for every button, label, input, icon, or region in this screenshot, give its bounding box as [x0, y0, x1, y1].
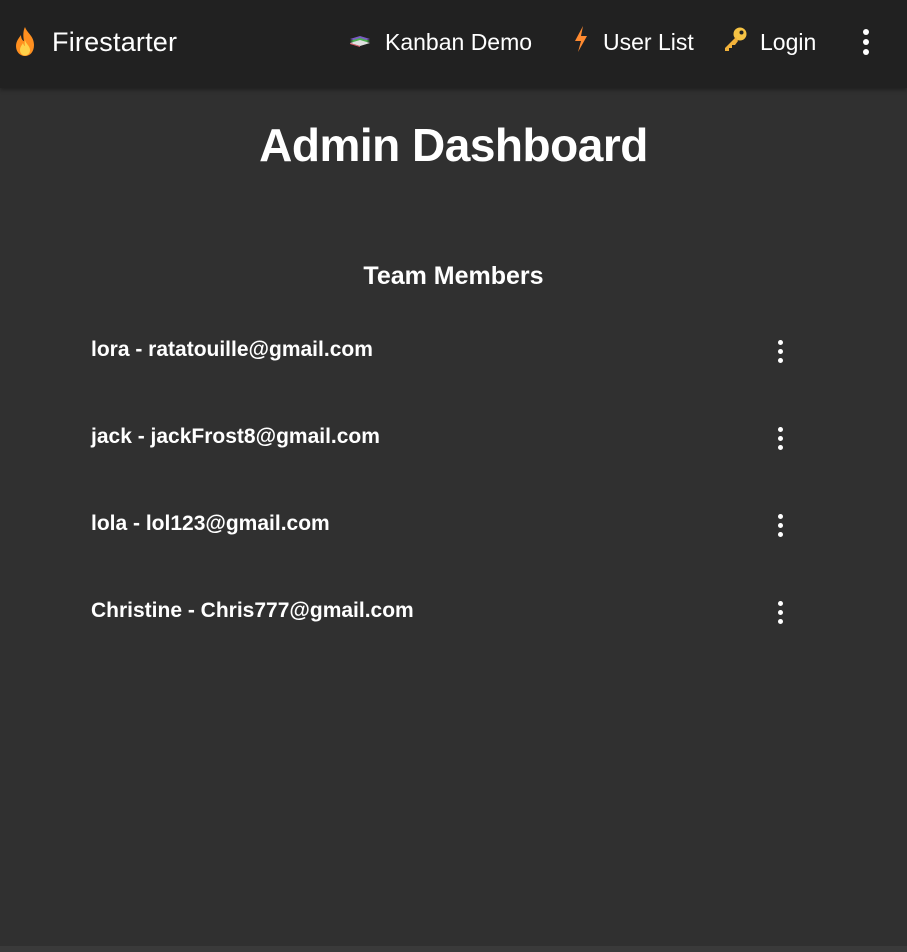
nav-login[interactable]: Login: [722, 24, 816, 60]
member-text: jack - jackFrost8@gmail.com: [91, 425, 380, 448]
nav-kanban-label: Kanban Demo: [385, 28, 533, 55]
more-menu-button[interactable]: [852, 22, 880, 62]
brand-label: Firestarter: [52, 26, 178, 57]
member-text: lola - lol123@gmail.com: [91, 512, 330, 535]
member-text: lora - ratatouille@gmail.com: [91, 338, 373, 361]
list-item: jack - jackFrost8@gmail.com: [76, 395, 806, 482]
brand-link[interactable]: Firestarter: [12, 24, 177, 60]
nav-kanban-demo[interactable]: Kanban Demo: [347, 24, 532, 60]
member-menu-button[interactable]: [768, 508, 792, 542]
member-menu-button[interactable]: [768, 334, 792, 368]
more-vert-icon: [777, 425, 783, 452]
nav-user-list-label: User List: [603, 28, 694, 55]
nav-user-list[interactable]: User List: [571, 24, 694, 60]
more-vert-icon: [777, 338, 783, 365]
list-item: Christine - Chris777@gmail.com: [76, 569, 806, 656]
more-vert-icon: [777, 599, 783, 626]
flame-icon: [12, 26, 38, 58]
member-menu-button[interactable]: [768, 421, 792, 455]
top-toolbar: Firestarter Kanban Demo User List Login: [0, 0, 907, 88]
key-icon: [722, 26, 748, 58]
more-vert-icon: [863, 27, 869, 57]
list-item: lola - lol123@gmail.com: [76, 482, 806, 569]
nav-login-label: Login: [760, 28, 817, 55]
team-member-list: lora - ratatouille@gmail.com jack - jack…: [76, 308, 806, 656]
books-icon: [347, 29, 373, 56]
lightning-icon: [571, 25, 591, 59]
member-text: Christine - Chris777@gmail.com: [91, 599, 414, 622]
member-menu-button[interactable]: [768, 595, 792, 629]
section-title: Team Members: [363, 262, 544, 290]
more-vert-icon: [777, 512, 783, 539]
list-item: lora - ratatouille@gmail.com: [76, 308, 806, 395]
page-title: Admin Dashboard: [259, 119, 648, 171]
bottom-divider: [0, 946, 907, 952]
